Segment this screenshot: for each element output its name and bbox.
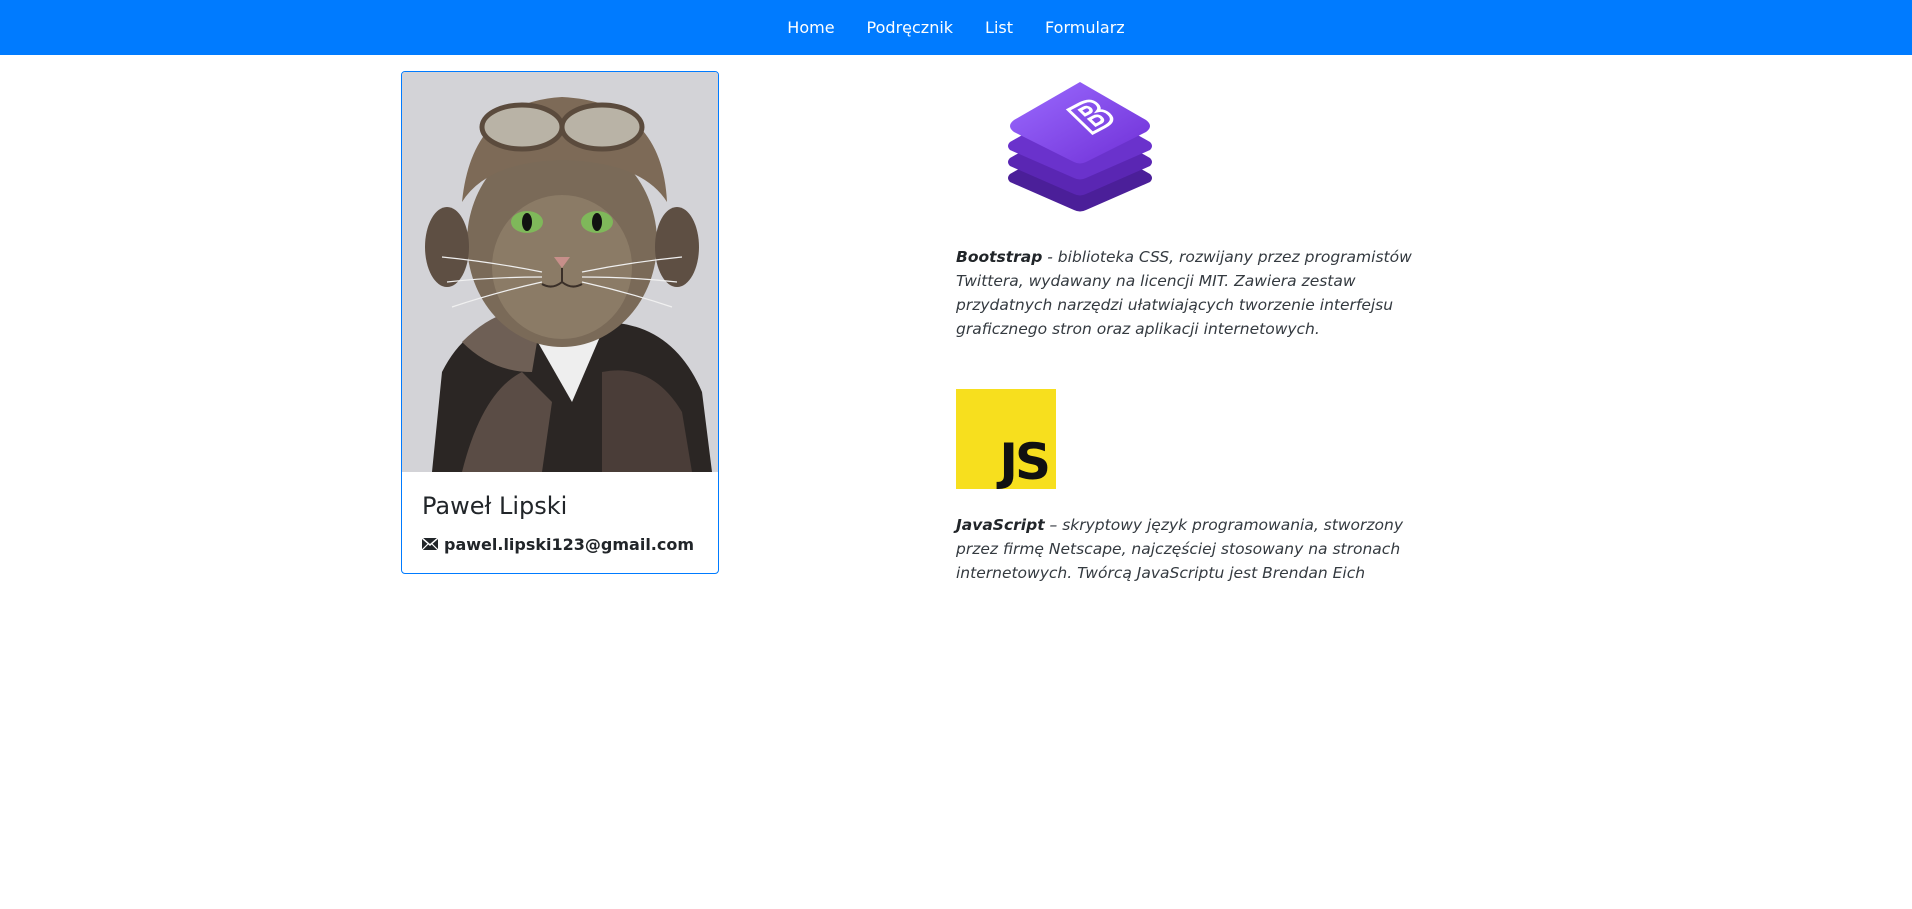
profile-name: Paweł Lipski	[422, 492, 568, 520]
profile-email-text[interactable]: pawel.lipski123@gmail.com	[444, 535, 694, 554]
profile-email: pawel.lipski123@gmail.com	[421, 535, 694, 554]
top-navbar: Home Podręcznik List Formularz	[0, 0, 1912, 55]
envelope-icon	[421, 535, 439, 554]
javascript-logo: JS	[956, 389, 1056, 489]
bootstrap-term: Bootstrap	[956, 248, 1043, 266]
javascript-term: JavaScript	[956, 516, 1045, 534]
bootstrap-logo: B	[1006, 78, 1154, 214]
nav-list: Home Podręcznik List Formularz	[771, 18, 1140, 37]
bootstrap-description: Bootstrap - biblioteka CSS, rozwijany pr…	[956, 245, 1446, 341]
cat-aviator-photo	[402, 72, 718, 472]
nav-link-form[interactable]: Formularz	[1029, 18, 1141, 37]
javascript-logo-text: JS	[999, 433, 1051, 491]
profile-card: Paweł Lipski pawel.lipski123@gmail.com	[401, 71, 719, 574]
javascript-description: JavaScript – skryptowy język programowan…	[956, 513, 1446, 585]
nav-link-letter[interactable]: List	[969, 18, 1029, 37]
nav-link-handbook[interactable]: Podręcznik	[851, 18, 970, 37]
nav-link-home[interactable]: Home	[771, 18, 850, 37]
